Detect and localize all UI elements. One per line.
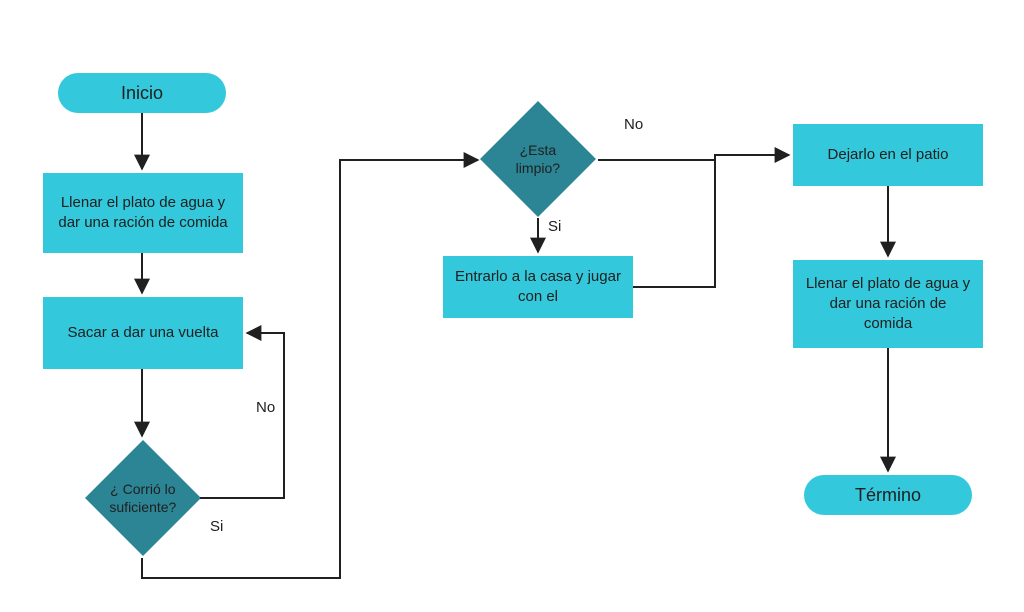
decision-is-clean-label: ¿Esta limpio? (497, 141, 579, 177)
process-walk: Sacar a dar una vuelta (43, 297, 243, 369)
process-walk-label: Sacar a dar una vuelta (68, 323, 219, 343)
edge-label-d2-si: Si (548, 218, 561, 235)
edge-d2-no-p4 (598, 155, 789, 160)
end-terminator: Término (804, 475, 972, 515)
start-label: Inicio (121, 81, 163, 105)
edge-label-d1-si: Si (210, 518, 223, 535)
end-label: Término (855, 483, 921, 507)
process-fill-food-2-label: Llenar el plato de agua y dar una ración… (805, 274, 971, 335)
decision-ran-enough: ¿ Corrió lo suficiente? (85, 440, 201, 556)
process-fill-food-1: Llenar el plato de agua y dar una ración… (43, 173, 243, 253)
process-leave-patio-label: Dejarlo en el patio (828, 145, 949, 165)
process-fill-food-2: Llenar el plato de agua y dar una ración… (793, 260, 983, 348)
start-terminator: Inicio (58, 73, 226, 113)
process-bring-inside-label: Entrarlo a la casa y jugar con el (455, 267, 621, 308)
edge-p3-merge (633, 160, 715, 287)
edge-label-d1-no: No (256, 399, 275, 416)
process-bring-inside: Entrarlo a la casa y jugar con el (443, 256, 633, 318)
decision-is-clean: ¿Esta limpio? (480, 101, 596, 217)
process-leave-patio: Dejarlo en el patio (793, 124, 983, 186)
edge-label-d2-no: No (624, 116, 643, 133)
decision-ran-enough-label: ¿ Corrió lo suficiente? (102, 480, 184, 516)
process-fill-food-1-label: Llenar el plato de agua y dar una ración… (55, 193, 231, 234)
